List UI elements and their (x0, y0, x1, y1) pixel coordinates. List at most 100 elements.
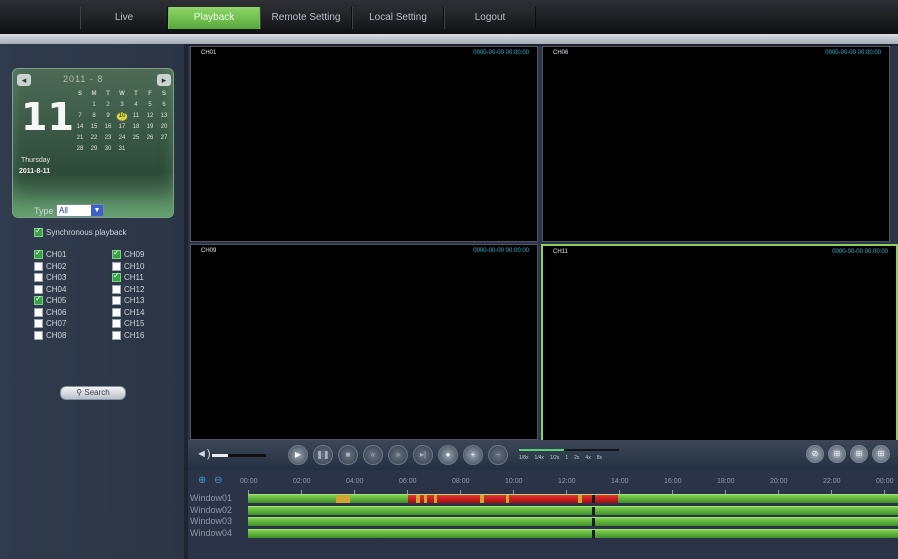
calendar-day[interactable]: 23 (101, 133, 115, 144)
calendar-day[interactable]: 28 (73, 144, 87, 155)
calendar-day[interactable]: 13 (157, 111, 171, 122)
type-select-value: All (59, 206, 68, 215)
channel-checkbox-ch05[interactable] (34, 294, 43, 305)
calendar-day[interactable]: 12 (143, 111, 157, 122)
channel-checkbox-ch08[interactable] (34, 330, 43, 340)
channel-checkbox-ch03[interactable] (34, 273, 43, 282)
fast-forward-icon[interactable]: » (388, 445, 408, 465)
alarm-record-segment (424, 495, 427, 503)
calendar-day[interactable]: 15 (87, 122, 101, 133)
calendar-day[interactable]: 25 (129, 133, 143, 144)
speed-down-icon[interactable]: − (488, 445, 508, 465)
calendar-day[interactable]: 10 (115, 111, 129, 122)
channel-checkbox-ch13[interactable] (112, 296, 121, 305)
layout-9-icon[interactable]: ⊞ (850, 445, 868, 463)
calendar-day[interactable]: 26 (143, 133, 157, 144)
calendar-day[interactable]: 31 (115, 144, 129, 155)
speed-label: 4x (585, 455, 591, 461)
snapshot-icon[interactable]: ● (438, 445, 458, 465)
calendar-day[interactable]: 29 (87, 144, 101, 155)
time-label: 00:00 (240, 478, 258, 485)
channel-checkbox-ch06[interactable] (34, 307, 43, 317)
calendar-week-row: 14 15 16 17 18 19 20 (73, 122, 173, 133)
video-pane-ch09[interactable]: CH09 0000-00-00 00:00:00 (190, 244, 538, 440)
calendar-day[interactable]: 1 (87, 100, 101, 111)
channel-checkbox-ch10[interactable] (112, 261, 121, 271)
type-select[interactable]: All ▼ (56, 204, 104, 217)
channel-checkbox-ch14[interactable] (112, 307, 121, 317)
playback-cursor[interactable] (592, 495, 595, 503)
calendar-day[interactable]: 2 (101, 100, 115, 111)
speed-label: 2x (574, 455, 580, 461)
calendar-day[interactable]: 30 (101, 144, 115, 155)
nav-logout[interactable]: Logout (444, 7, 536, 29)
calendar-day[interactable]: 8 (87, 111, 101, 122)
playback-cursor[interactable] (592, 518, 595, 526)
nav-live[interactable]: Live (80, 7, 168, 29)
pause-icon[interactable]: ❚❚ (313, 445, 333, 465)
video-pane-ch11[interactable]: CH11 0000-00-00 00:00:00 (541, 244, 898, 442)
volume-slider[interactable] (212, 454, 266, 457)
layout-16-icon[interactable]: ⊞ (872, 445, 890, 463)
track-record-bar[interactable] (248, 505, 898, 515)
zoom-in-icon[interactable]: ⊕ (198, 475, 206, 486)
channel-label: CH01 (46, 250, 67, 259)
next-month-icon[interactable]: ▸ (157, 74, 171, 86)
track-record-bar[interactable] (248, 528, 898, 538)
type-label: Type (34, 206, 54, 216)
channel-checkbox-ch04[interactable] (34, 284, 43, 294)
calendar-day[interactable]: 9 (101, 111, 115, 122)
speed-up-icon[interactable]: + (463, 445, 483, 465)
nav-local-setting[interactable]: Local Setting (352, 7, 444, 29)
calendar-day[interactable]: 19 (143, 122, 157, 133)
calendar-day[interactable]: 5 (143, 100, 157, 111)
calendar-day[interactable]: 20 (157, 122, 171, 133)
nav-remote-setting[interactable]: Remote Setting (260, 7, 352, 29)
fast-backward-icon[interactable]: « (363, 445, 383, 465)
calendar-day[interactable]: 18 (129, 122, 143, 133)
calendar-day[interactable]: 11 (129, 111, 143, 122)
layout-1-icon[interactable]: ⊘ (806, 445, 824, 463)
volume-icon[interactable]: ◄) (196, 448, 211, 460)
calendar-week-row: 7 8 9 10 11 12 13 (73, 111, 173, 122)
calendar-day[interactable]: 16 (101, 122, 115, 133)
calendar-day[interactable]: 27 (157, 133, 171, 144)
video-pane-ch06[interactable]: CH06 0000-00-00 00:00:00 (542, 46, 890, 242)
channel-checkbox-ch07[interactable] (34, 319, 43, 328)
channel-checkbox-ch02[interactable] (34, 261, 43, 271)
calendar-day[interactable]: 24 (115, 133, 129, 144)
channel-checkbox-ch15[interactable] (112, 319, 121, 328)
calendar-day[interactable]: 17 (115, 122, 129, 133)
channel-checkbox-ch09[interactable] (112, 248, 121, 259)
layout-4-icon[interactable]: ⊞ (828, 445, 846, 463)
calendar-day[interactable]: 4 (129, 100, 143, 111)
stop-icon[interactable]: ■ (338, 445, 358, 465)
calendar-week-row: 21 22 23 24 25 26 27 (73, 133, 173, 144)
calendar-day[interactable]: 22 (87, 133, 101, 144)
zoom-out-icon[interactable]: ⊖ (214, 475, 222, 486)
speed-slider[interactable]: 1/8x 1/4x 1/2x 1 2x 4x 8x (513, 446, 623, 466)
calendar-day[interactable]: 7 (73, 111, 87, 122)
sync-playback-checkbox[interactable] (34, 226, 43, 237)
step-icon[interactable]: ▸| (413, 445, 433, 465)
track-record-bar[interactable] (248, 517, 898, 526)
time-label: 12:00 (558, 478, 576, 485)
channel-checkbox-ch16[interactable] (112, 330, 121, 340)
track-record-bar[interactable] (248, 494, 898, 503)
channel-checkbox-ch11[interactable] (112, 271, 121, 282)
calendar-day[interactable]: 3 (115, 100, 129, 111)
prev-month-icon[interactable]: ◂ (17, 74, 31, 86)
calendar-weekday-header: S (161, 91, 166, 97)
video-pane-ch01[interactable]: CH01 0000-00-00 00:00:00 (190, 46, 538, 242)
calendar-day[interactable]: 14 (73, 122, 87, 133)
playback-cursor[interactable] (592, 506, 595, 515)
channel-checkbox-ch12[interactable] (112, 284, 121, 294)
calendar-day[interactable]: 6 (157, 100, 171, 111)
play-icon[interactable]: ▶ (288, 445, 308, 465)
playback-cursor[interactable] (592, 529, 595, 538)
search-button[interactable]: ⚲ Search (60, 386, 126, 400)
speed-labels: 1/8x 1/4x 1/2x 1 2x 4x 8x (519, 455, 602, 461)
channel-checkbox-ch01[interactable] (34, 248, 43, 259)
calendar-day[interactable]: 21 (73, 133, 87, 144)
nav-playback[interactable]: Playback (168, 7, 260, 29)
